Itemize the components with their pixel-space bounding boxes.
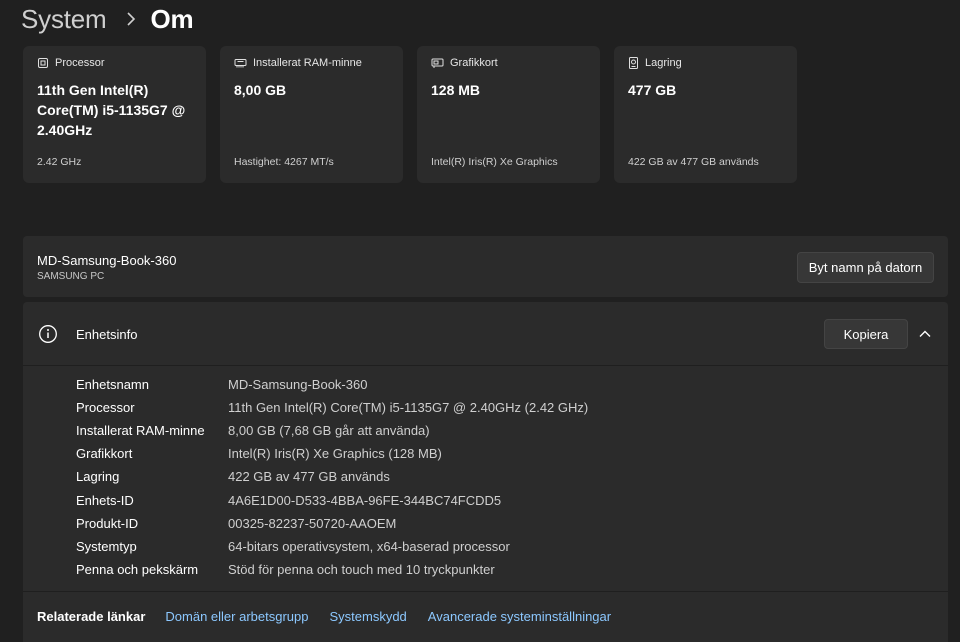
info-value: 422 GB av 477 GB används xyxy=(228,469,390,485)
cpu-icon xyxy=(37,57,49,69)
storage-card: Lagring 477 GB 422 GB av 477 GB används xyxy=(614,46,797,183)
info-label: Systemtyp xyxy=(76,538,137,554)
related-links-label: Relaterade länkar xyxy=(37,609,146,624)
info-row-gpu: Grafikkort Intel(R) Iris(R) Xe Graphics … xyxy=(76,442,588,465)
related-links: Relaterade länkar Domän eller arbetsgrup… xyxy=(23,591,948,642)
info-label: Lagring xyxy=(76,469,120,485)
settings-page: System Om Processor 11th Gen Intel(R) Co… xyxy=(0,0,960,642)
device-name-row: MD-Samsung-Book-360 SAMSUNG PC Byt namn … xyxy=(23,236,948,297)
page-title: Om xyxy=(150,3,194,34)
card-title: Lagring xyxy=(645,57,682,69)
info-value: MD-Samsung-Book-360 xyxy=(228,377,368,393)
info-label: Penna och pekskärm xyxy=(76,561,199,577)
card-value: 128 MB xyxy=(431,82,481,98)
info-value: 11th Gen Intel(R) Core(TM) i5-1135G7 @ 2… xyxy=(228,400,589,416)
link-domain-workgroup[interactable]: Domän eller arbetsgrupp xyxy=(165,609,308,624)
link-advanced-system-settings[interactable]: Avancerade systeminställningar xyxy=(428,609,611,624)
info-row-device-name: Enhetsnamn MD-Samsung-Book-360 xyxy=(76,373,588,396)
info-row-storage: Lagring 422 GB av 477 GB används xyxy=(76,465,588,488)
info-row-device-id: Enhets-ID 4A6E1D00-D533-4BBA-96FE-344BC7… xyxy=(76,488,588,511)
info-row-system-type: Systemtyp 64-bitars operativsystem, x64-… xyxy=(76,535,588,558)
breadcrumb-parent[interactable]: System xyxy=(21,4,107,35)
info-label: Enhetsnamn xyxy=(76,377,149,393)
info-value: 8,00 GB (7,68 GB går att använda) xyxy=(228,423,430,439)
info-label: Processor xyxy=(76,400,135,416)
info-value: 00325-82237-50720-AAOEM xyxy=(228,515,397,531)
info-value: 4A6E1D00-D533-4BBA-96FE-344BC74FCDD5 xyxy=(228,492,502,508)
info-label: Grafikkort xyxy=(76,446,133,462)
device-name: MD-Samsung-Book-360 xyxy=(37,253,177,268)
device-info-header[interactable]: Enhetsinfo Kopiera xyxy=(23,302,948,366)
storage-icon xyxy=(628,57,639,69)
card-title: Grafikkort xyxy=(450,57,498,69)
link-system-protection[interactable]: Systemskydd xyxy=(329,609,406,624)
info-value: Intel(R) Iris(R) Xe Graphics (128 MB) xyxy=(228,446,442,462)
rename-pc-button[interactable]: Byt namn på datorn xyxy=(797,252,934,283)
device-info-rows: Enhetsnamn MD-Samsung-Book-360 Processor… xyxy=(76,373,588,581)
card-subtext: 422 GB av 477 GB används xyxy=(628,156,759,168)
info-row-pen-touch: Penna och pekskärm Stöd för penna och to… xyxy=(76,558,588,581)
card-subtext: 2.42 GHz xyxy=(37,156,82,168)
breadcrumb: System Om xyxy=(21,0,194,38)
gpu-card: Grafikkort 128 MB Intel(R) Iris(R) Xe Gr… xyxy=(417,46,600,183)
info-row-processor: Processor 11th Gen Intel(R) Core(TM) i5-… xyxy=(76,396,588,419)
card-value: 8,00 GB xyxy=(234,82,287,98)
card-title: Processor xyxy=(55,57,105,69)
card-subtext: Intel(R) Iris(R) Xe Graphics xyxy=(431,156,558,168)
memory-icon xyxy=(234,57,247,69)
card-subtext: Hastighet: 4267 MT/s xyxy=(234,156,334,168)
info-label: Installerat RAM-minne xyxy=(76,423,205,439)
info-value: 64-bitars operativsystem, x64-baserad pr… xyxy=(228,538,510,554)
device-model: SAMSUNG PC xyxy=(37,271,105,282)
copy-button[interactable]: Kopiera xyxy=(824,319,908,349)
info-row-product-id: Produkt-ID 00325-82237-50720-AAOEM xyxy=(76,512,588,535)
chevron-up-icon[interactable] xyxy=(917,326,933,342)
info-row-ram: Installerat RAM-minne 8,00 GB (7,68 GB g… xyxy=(76,419,588,442)
card-title: Installerat RAM-minne xyxy=(253,57,362,69)
ram-card: Installerat RAM-minne 8,00 GB Hastighet:… xyxy=(220,46,403,183)
card-value: 11th Gen Intel(R) Core(TM) i5-1135G7 @ 2… xyxy=(37,82,186,138)
device-info-title: Enhetsinfo xyxy=(76,327,138,342)
processor-card: Processor 11th Gen Intel(R) Core(TM) i5-… xyxy=(23,46,206,183)
gpu-icon xyxy=(431,57,444,69)
spec-cards: Processor 11th Gen Intel(R) Core(TM) i5-… xyxy=(23,46,797,183)
chevron-right-icon xyxy=(126,12,136,26)
info-value: Stöd för penna och touch med 10 tryckpun… xyxy=(228,561,495,577)
info-icon xyxy=(38,324,58,344)
info-label: Enhets-ID xyxy=(76,492,134,508)
card-value: 477 GB xyxy=(628,82,677,98)
info-label: Produkt-ID xyxy=(76,515,139,531)
